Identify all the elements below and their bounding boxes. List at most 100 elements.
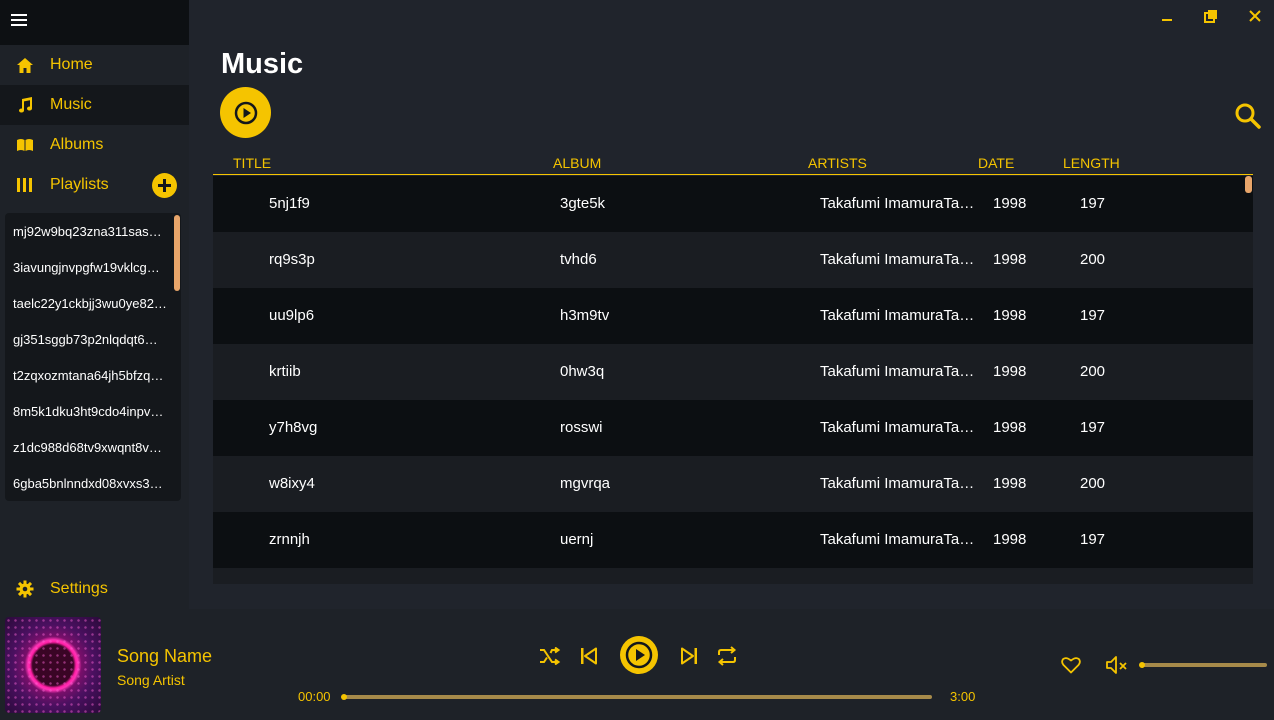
nav-item-music[interactable]: Music: [0, 85, 189, 125]
now-playing-title: Song Name: [117, 646, 213, 666]
playlist-item[interactable]: t2zqxozmtana64jh5bfzq…: [5, 357, 181, 393]
playlist-item[interactable]: mj92w9bq23zna311sas…: [5, 213, 181, 249]
track-album: 0hw3q: [560, 363, 605, 380]
play-icon: [625, 641, 653, 669]
track-artist: Takafumi ImamuraTa…: [820, 363, 975, 380]
table-row[interactable]: 5nj1f9 3gte5k Takafumi ImamuraTa… 1998 1…: [213, 176, 1253, 232]
minimize-button[interactable]: [1155, 4, 1179, 28]
track-artist: Takafumi ImamuraTa…: [820, 419, 975, 436]
track-date: 1998: [993, 531, 1027, 548]
sidebar-header: [0, 0, 189, 45]
add-playlist-button[interactable]: [152, 173, 177, 198]
total-time: 3:00: [950, 689, 976, 704]
track-date: 1998: [993, 195, 1027, 212]
skip-back-icon: [581, 647, 597, 665]
close-button[interactable]: [1243, 4, 1267, 28]
track-album: tvhd6: [560, 251, 597, 268]
track-album: h3m9tv: [560, 307, 610, 324]
nav-item-albums[interactable]: Albums: [0, 125, 189, 165]
track-table: 5nj1f9 3gte5k Takafumi ImamuraTa… 1998 1…: [213, 176, 1253, 584]
next-button[interactable]: [677, 644, 701, 668]
page-title: Music: [221, 48, 304, 80]
track-date: 1998: [993, 419, 1027, 436]
track-artist: Takafumi ImamuraTa…: [820, 195, 975, 212]
column-header-album[interactable]: ALBUM: [553, 155, 601, 171]
playlist-item[interactable]: taelc22y1ckbjj3wu0ye82…: [5, 285, 181, 321]
settings-label: Settings: [50, 580, 108, 597]
track-title: zrnnjh: [269, 531, 310, 548]
table-row[interactable]: w8ixy4 mgvrqa Takafumi ImamuraTa… 1998 2…: [213, 456, 1253, 512]
track-length: 197: [1080, 307, 1106, 324]
column-header-date[interactable]: DATE: [978, 155, 1014, 171]
seek-knob[interactable]: [341, 694, 347, 700]
track-title: w8ixy4: [269, 475, 315, 492]
music-app: Home Music Albums Playlists mj92w9bq23zn…: [0, 0, 1274, 720]
playlist-scrollbar[interactable]: [174, 215, 180, 291]
music-note-icon: [0, 97, 50, 113]
track-artist: Takafumi ImamuraTa…: [820, 531, 975, 548]
track-title: 5nj1f9: [269, 195, 310, 212]
track-date: 1998: [993, 363, 1027, 380]
playlist-item[interactable]: z1dc988d68tv9xwqnt8v…: [5, 429, 181, 465]
close-icon: [1249, 10, 1261, 22]
table-row[interactable]: y7h8vg rosswi Takafumi ImamuraTa… 1998 1…: [213, 400, 1253, 456]
column-header-title[interactable]: TITLE: [233, 155, 271, 171]
repeat-button[interactable]: [714, 643, 740, 669]
settings-button[interactable]: Settings: [0, 569, 189, 609]
table-row[interactable]: rq9s3p tvhd6 Takafumi ImamuraTa… 1998 20…: [213, 232, 1253, 288]
shuffle-button[interactable]: [538, 644, 562, 668]
table-header: TITLE ALBUM ARTISTS DATE LENGTH: [213, 154, 1253, 175]
play-circle-icon: [234, 101, 257, 124]
sidebar: Home Music Albums Playlists mj92w9bq23zn…: [0, 0, 189, 609]
volume-knob[interactable]: [1139, 662, 1145, 668]
hamburger-icon[interactable]: [11, 13, 27, 32]
table-row[interactable]: [213, 568, 1253, 584]
play-button[interactable]: [620, 636, 658, 674]
track-artist: Takafumi ImamuraTa…: [820, 307, 975, 324]
table-row[interactable]: zrnnjh uernj Takafumi ImamuraTa… 1998 19…: [213, 512, 1253, 568]
track-album: rosswi: [560, 419, 603, 436]
track-date: 1998: [993, 475, 1027, 492]
book-icon: [0, 138, 50, 152]
nav-item-home[interactable]: Home: [0, 45, 189, 85]
play-all-button[interactable]: [220, 87, 271, 138]
column-header-length[interactable]: LENGTH: [1063, 155, 1120, 171]
track-title: rq9s3p: [269, 251, 315, 268]
current-time: 00:00: [298, 689, 331, 704]
track-length: 197: [1080, 531, 1106, 548]
track-length: 197: [1080, 419, 1106, 436]
seek-bar[interactable]: [341, 694, 932, 700]
playlist-item[interactable]: gj351sggb73p2nlqdqt6…: [5, 321, 181, 357]
heart-icon: [1061, 657, 1081, 674]
search-icon: [1235, 103, 1261, 129]
nav-item-playlists[interactable]: Playlists: [0, 165, 189, 205]
track-artist: Takafumi ImamuraTa…: [820, 251, 975, 268]
track-title: y7h8vg: [269, 419, 318, 436]
table-row[interactable]: krtiib 0hw3q Takafumi ImamuraTa… 1998 20…: [213, 344, 1253, 400]
search-button[interactable]: [1234, 102, 1262, 135]
maximize-button[interactable]: [1199, 4, 1223, 28]
home-icon: [0, 57, 50, 74]
table-row[interactable]: uu9lp6 h3m9tv Takafumi ImamuraTa… 1998 1…: [213, 288, 1253, 344]
table-scrollbar[interactable]: [1245, 176, 1252, 193]
now-playing-artist: Song Artist: [117, 672, 185, 688]
track-album: 3gte5k: [560, 195, 606, 212]
nav-label-music: Music: [50, 96, 92, 113]
track-album: uernj: [560, 531, 594, 548]
minimize-icon: [1162, 19, 1172, 21]
main-panel: Music TITLE ALBUM ARTISTS DATE LENGTH 5n…: [189, 0, 1274, 609]
playlist-item[interactable]: 3iavungjnvpgfw19vklcg…: [5, 249, 181, 285]
nav-label-home: Home: [50, 56, 93, 73]
volume-slider[interactable]: [1139, 662, 1267, 668]
column-header-artists[interactable]: ARTISTS: [808, 155, 867, 171]
favorite-button[interactable]: [1059, 654, 1083, 676]
plus-icon: [158, 179, 171, 192]
playlist-item[interactable]: 6gba5bnlnndxd08xvxs3…: [5, 465, 181, 501]
library-icon: [0, 178, 50, 192]
track-title: krtiib: [269, 363, 301, 380]
track-date: 1998: [993, 307, 1027, 324]
playlist-item[interactable]: 8m5k1dku3ht9cdo4inpv…: [5, 393, 181, 429]
mute-button[interactable]: [1104, 653, 1130, 677]
previous-button[interactable]: [577, 644, 601, 668]
track-title: uu9lp6: [269, 307, 315, 324]
